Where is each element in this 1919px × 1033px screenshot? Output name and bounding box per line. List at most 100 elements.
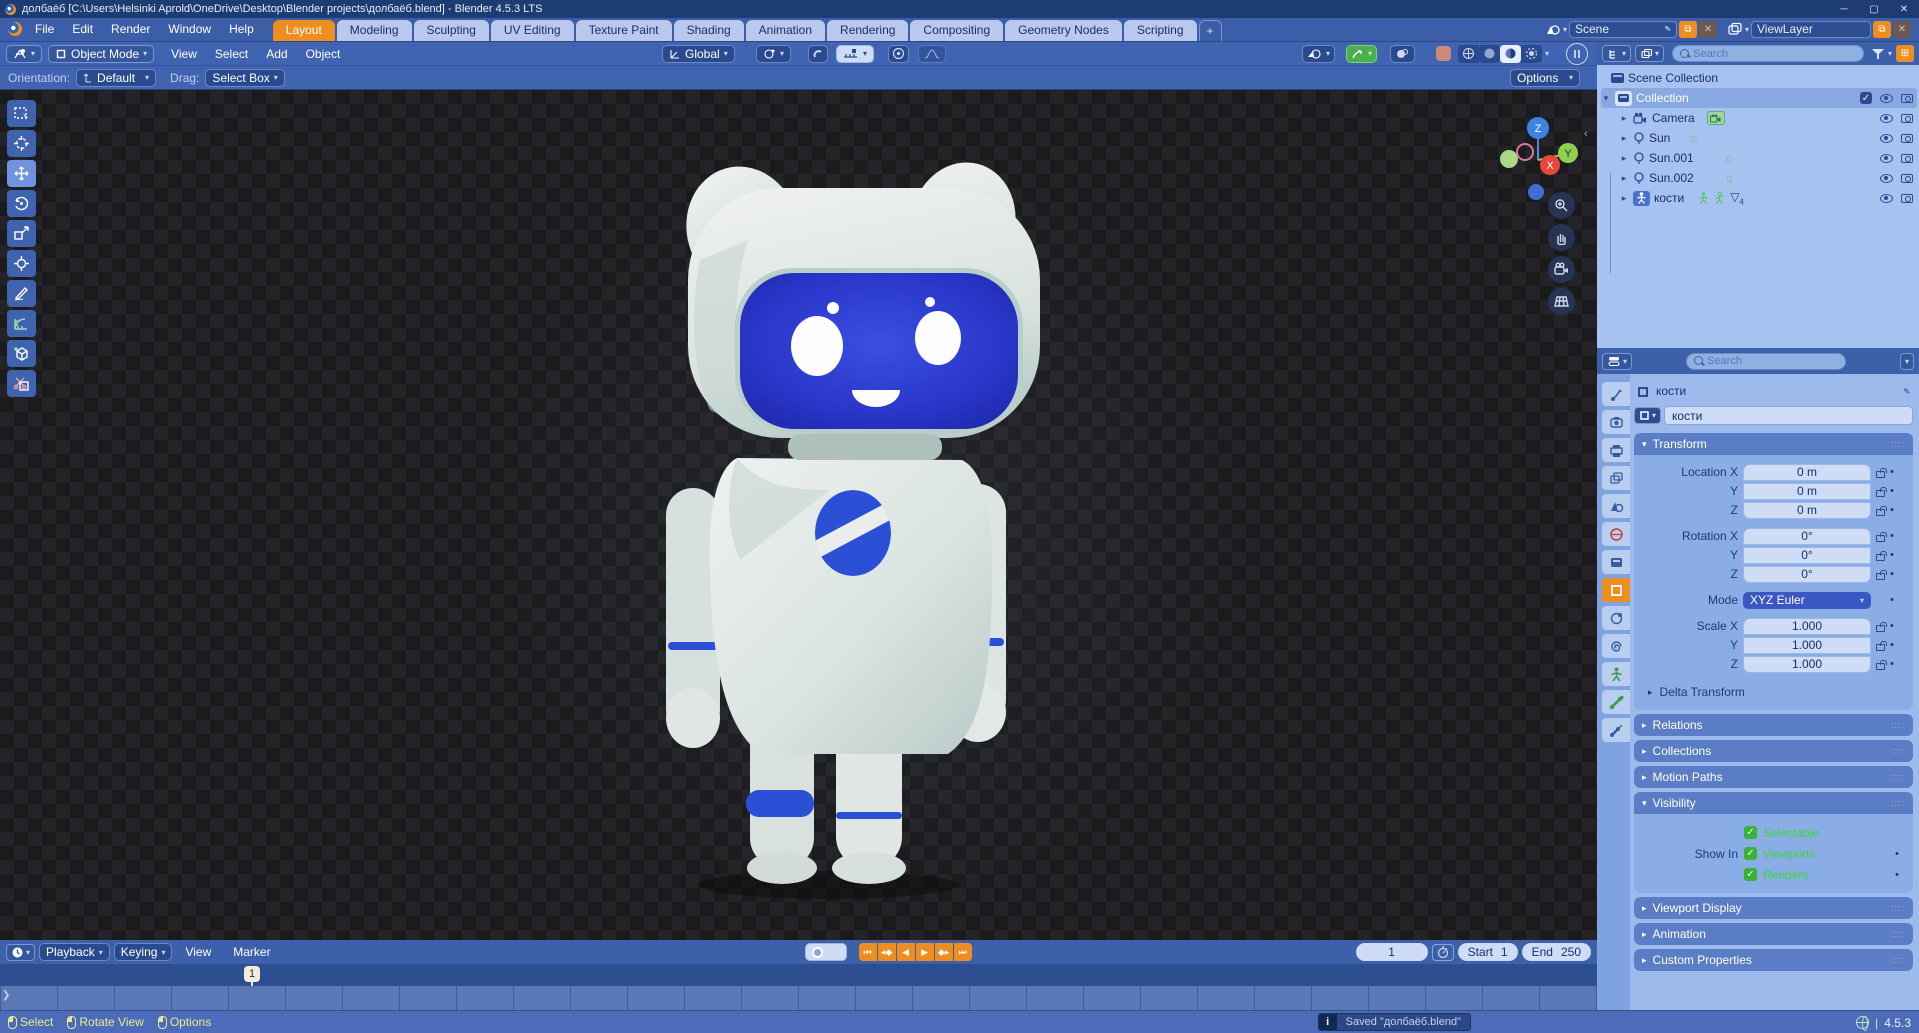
timeline-channel-area[interactable]: ❯: [0, 986, 1597, 1010]
pan-hand-button[interactable]: [1548, 224, 1575, 251]
panel-relations[interactable]: ▸ Relations::::: [1634, 714, 1913, 736]
panel-collections[interactable]: ▸ Collections::::: [1634, 740, 1913, 762]
proportional-falloff-dropdown[interactable]: [918, 44, 946, 63]
outliner-search[interactable]: [1672, 45, 1864, 62]
tab-rendering[interactable]: Rendering: [827, 20, 909, 41]
scale-x-field[interactable]: 1.000: [1743, 617, 1871, 635]
animate-dot[interactable]: •: [1895, 869, 1899, 881]
location-x-field[interactable]: 0 m: [1743, 463, 1871, 481]
tool-rotate[interactable]: [7, 190, 36, 217]
menu-window[interactable]: Window: [159, 22, 220, 36]
expand-chevron-icon[interactable]: ▸: [1619, 173, 1629, 184]
tab-texture-paint[interactable]: Texture Paint: [575, 20, 672, 41]
add-workspace-button[interactable]: +: [1198, 20, 1222, 41]
menu-select[interactable]: Select: [206, 47, 257, 61]
timeline-collapse-chevron[interactable]: ❯: [2, 990, 10, 1001]
saved-notification[interactable]: i Saved "долбаёб.blend": [1317, 1013, 1471, 1031]
animate-dot[interactable]: •: [1890, 620, 1894, 632]
hide-eye-icon[interactable]: [1880, 173, 1893, 183]
pivot-point-dropdown[interactable]: ▾: [756, 44, 792, 63]
expand-chevron-icon[interactable]: ▸: [1619, 113, 1629, 124]
animate-dot[interactable]: •: [1890, 568, 1894, 580]
options-button[interactable]: Options ▾: [1510, 68, 1580, 87]
delete-viewlayer-button[interactable]: ✕: [1893, 20, 1911, 38]
robot-character[interactable]: [0, 90, 1597, 940]
tab-animation[interactable]: Animation: [745, 20, 826, 41]
animate-dot[interactable]: •: [1890, 466, 1894, 478]
outliner-filter-collection-button[interactable]: ▾: [1635, 45, 1665, 62]
panel-transform-header[interactable]: ▾ Transform ::::: [1634, 433, 1913, 455]
editor-type-button[interactable]: ▾: [6, 44, 43, 63]
object-name-field[interactable]: кости: [1664, 406, 1913, 425]
disable-render-icon[interactable]: [1901, 173, 1913, 183]
panel-grip[interactable]: ::::: [1891, 798, 1905, 808]
panel-animation[interactable]: ▸ Animation::::: [1634, 923, 1913, 945]
tool-add-cube[interactable]: [7, 340, 36, 367]
show-renders-checkbox[interactable]: ✓: [1744, 868, 1757, 881]
shading-material-button[interactable]: [1500, 44, 1521, 63]
timeline-ruler[interactable]: 1: [0, 964, 1597, 1033]
tool-orientation-dropdown[interactable]: Default ▾: [76, 68, 157, 87]
tab-bone[interactable]: [1602, 690, 1630, 714]
animate-dot[interactable]: •: [1890, 549, 1894, 561]
snap-settings-dropdown[interactable]: ▾: [836, 44, 875, 63]
rotation-y-field[interactable]: 0°: [1743, 546, 1871, 564]
mode-dropdown[interactable]: Object Mode ▾: [48, 44, 155, 63]
lock-icon[interactable]: [1876, 505, 1887, 516]
animate-dot[interactable]: •: [1890, 530, 1894, 542]
jump-to-start-button[interactable]: ⏮: [858, 943, 877, 961]
timeline-menu-view[interactable]: View: [176, 945, 220, 959]
shading-wireframe-button[interactable]: [1458, 44, 1479, 63]
armature-data-badge[interactable]: [1698, 192, 1709, 204]
delete-scene-button[interactable]: ✕: [1698, 20, 1717, 38]
pin-icon[interactable]: ✒: [1660, 22, 1673, 36]
tab-geometry-nodes[interactable]: Geometry Nodes: [1005, 20, 1122, 41]
lock-icon[interactable]: [1876, 569, 1887, 580]
expand-chevron-icon[interactable]: ▸: [1619, 193, 1629, 204]
shading-rendered-button[interactable]: [1521, 44, 1542, 63]
lock-icon[interactable]: [1876, 531, 1887, 542]
pin-icon[interactable]: ✒: [1899, 383, 1914, 399]
animate-dot[interactable]: •: [1890, 639, 1894, 651]
timeline-playhead[interactable]: 1: [244, 966, 260, 1033]
camera-data-badge[interactable]: [1706, 111, 1725, 125]
lock-icon[interactable]: [1876, 659, 1887, 670]
tab-shading[interactable]: Shading: [673, 20, 744, 41]
outliner-row-camera[interactable]: ▸ Camera: [1601, 108, 1917, 128]
tab-physics[interactable]: [1602, 606, 1630, 630]
frame-start-field[interactable]: Start 1: [1457, 943, 1518, 961]
tab-compositing[interactable]: Compositing: [910, 20, 1004, 41]
blender-menu-icon[interactable]: [8, 22, 22, 36]
current-frame-field[interactable]: 1: [1355, 943, 1428, 961]
close-button[interactable]: ✕: [1889, 0, 1919, 18]
tool-measure[interactable]: [7, 310, 36, 337]
viewlayer-selector[interactable]: ViewLayer: [1751, 20, 1871, 38]
keying-menu[interactable]: Keying ▾: [113, 943, 173, 961]
location-z-field[interactable]: 0 m: [1743, 501, 1871, 519]
menu-help[interactable]: Help: [220, 22, 263, 36]
outliner-row-sun-001[interactable]: ▸ Sun.001 ☼: [1601, 148, 1917, 168]
navigation-gizmo[interactable]: Z Y X: [1492, 108, 1584, 200]
play-reverse-button[interactable]: ◀: [896, 943, 915, 961]
properties-search[interactable]: [1686, 352, 1846, 370]
new-viewlayer-button[interactable]: ⧉: [1873, 20, 1891, 38]
outliner-row-sun[interactable]: ▸ Sun ☼: [1601, 128, 1917, 148]
menu-file[interactable]: File: [26, 22, 63, 36]
disable-render-icon[interactable]: [1901, 193, 1913, 203]
animate-dot[interactable]: •: [1890, 658, 1894, 670]
new-collection-button[interactable]: ⊞: [1896, 45, 1914, 62]
previous-keyframe-button[interactable]: ◂◆: [877, 943, 896, 961]
tool-scissors-cut[interactable]: [7, 370, 36, 397]
panel-motion-paths[interactable]: ▸ Motion Paths::::: [1634, 766, 1913, 788]
expand-chevron-icon[interactable]: ▸: [1619, 153, 1629, 164]
viewlayer-dropdown-caret[interactable]: ▾: [1745, 25, 1749, 34]
lock-icon[interactable]: [1876, 467, 1887, 478]
scene-icon[interactable]: [1545, 22, 1561, 36]
outliner-row-collection[interactable]: ▾ Collection ✓: [1601, 88, 1917, 108]
sidebar-collapse-arrow[interactable]: ‹: [1584, 128, 1588, 140]
tab-tool[interactable]: [1602, 382, 1630, 406]
sun-data-badge[interactable]: ☼: [1724, 151, 1735, 165]
disable-render-icon[interactable]: [1901, 153, 1913, 163]
show-gizmo-toggle[interactable]: ▾: [1346, 44, 1378, 63]
tab-render[interactable]: [1602, 410, 1630, 434]
